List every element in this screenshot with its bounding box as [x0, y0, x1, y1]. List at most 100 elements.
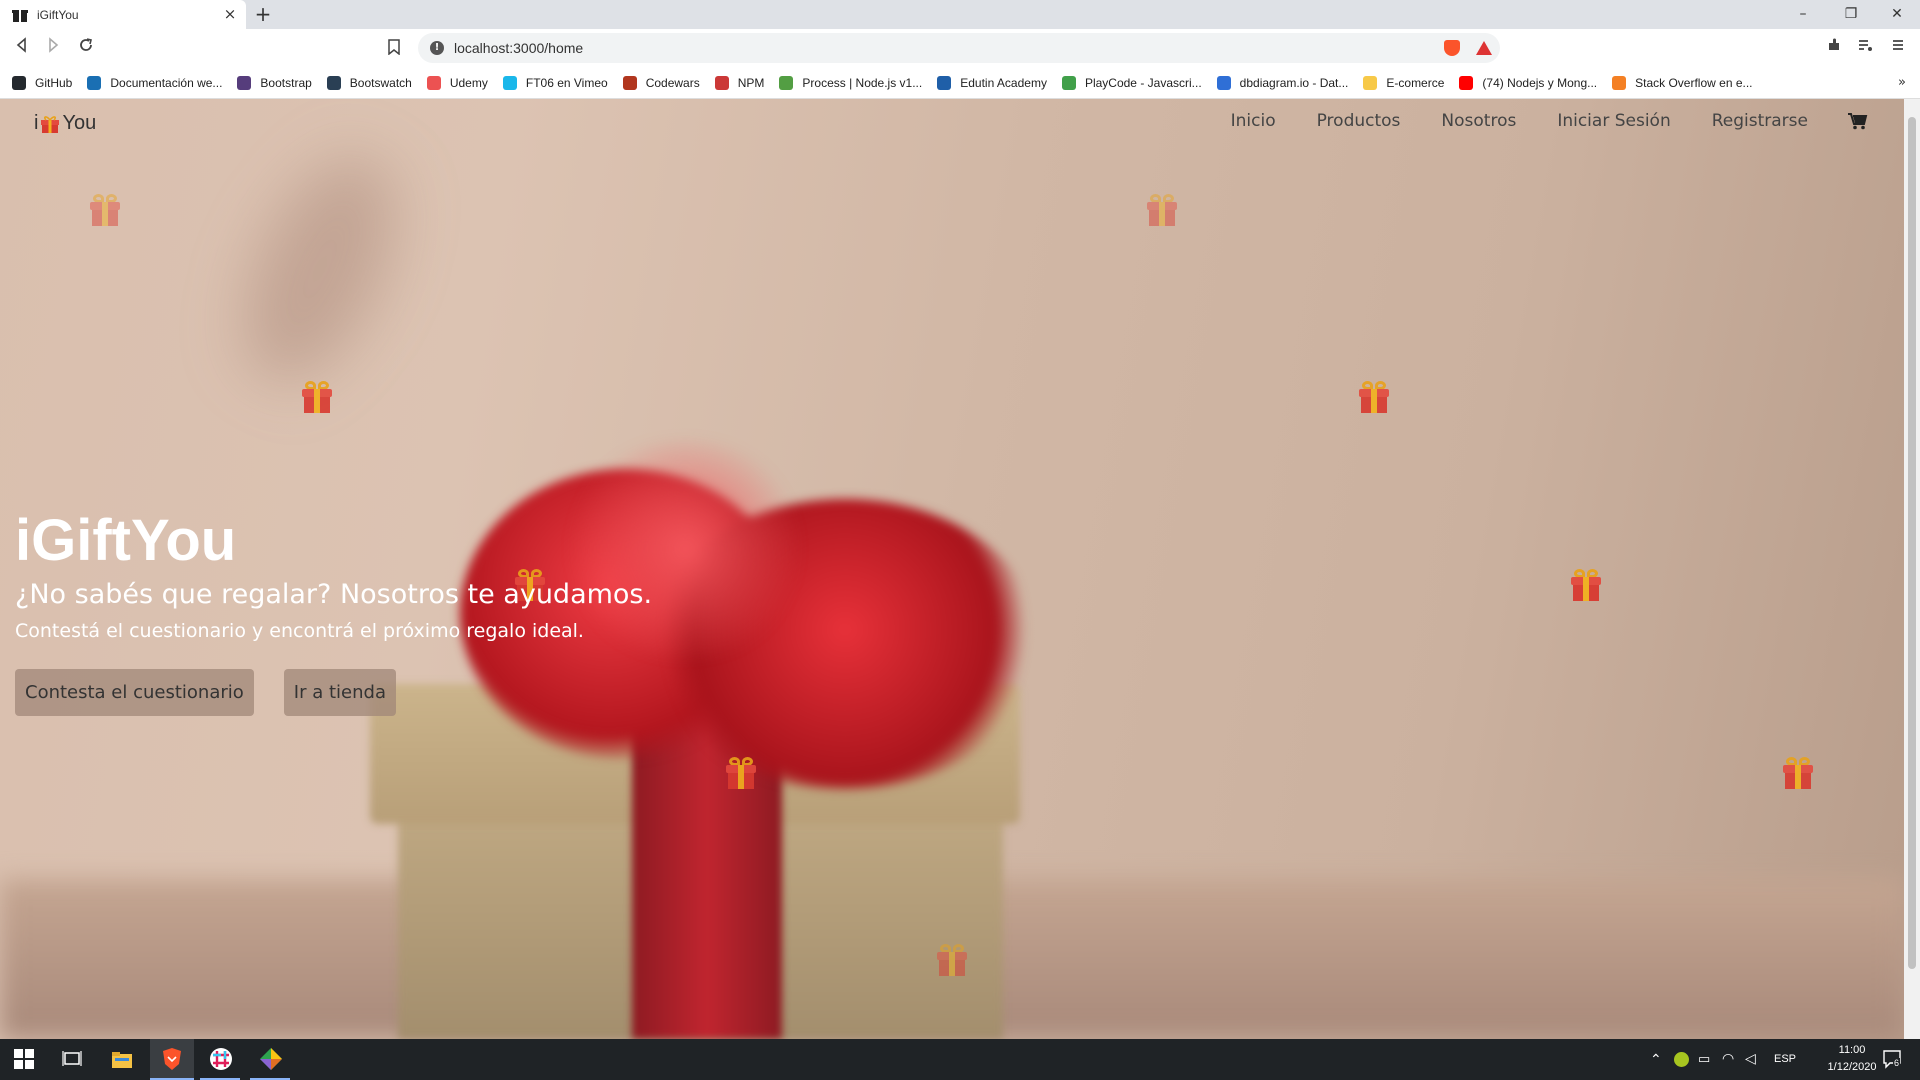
quiz-button[interactable]: Contesta el cuestionario	[15, 669, 254, 716]
bookmark-label: NPM	[737, 75, 765, 90]
volume-icon[interactable]: ◁	[1745, 1050, 1756, 1067]
hero-text: Contestá el cuestionario y encontrá el p…	[15, 620, 584, 642]
bookmark-item[interactable]: Udemy	[426, 75, 488, 90]
bookmarks-more-button[interactable]: »	[1898, 75, 1906, 90]
nav-registrarse[interactable]: Registrarse	[1712, 111, 1808, 131]
nav-links: Inicio Productos Nosotros Iniciar Sesión…	[1190, 111, 1868, 131]
bookmark-label: Udemy	[449, 75, 488, 90]
bookmark-favicon-icon	[1363, 75, 1378, 90]
task-view-icon[interactable]	[60, 1047, 84, 1071]
tab-title: iGiftYou	[37, 7, 79, 22]
bookmark-item[interactable]: Bootswatch	[326, 75, 412, 90]
bookmark-label: Edutin Academy	[960, 75, 1047, 90]
nav-productos[interactable]: Productos	[1317, 111, 1401, 131]
bookmark-favicon-icon	[237, 75, 252, 90]
bookmark-item[interactable]: NPM	[714, 75, 765, 90]
store-button[interactable]: Ir a tienda	[283, 669, 396, 716]
windows-start-icon[interactable]	[12, 1047, 36, 1071]
bookmark-favicon-icon	[1061, 75, 1076, 90]
site-info-icon[interactable]: !	[430, 41, 444, 55]
bookmark-label: dbdiagram.io - Dat...	[1239, 75, 1349, 90]
shopping-cart-icon[interactable]	[1848, 112, 1868, 130]
slack-icon[interactable]	[209, 1047, 233, 1071]
brand-logo[interactable]: i You	[34, 112, 96, 135]
hero-background: i You Inicio Productos Nosotros Iniciar …	[0, 99, 1904, 1039]
bookmark-label: Codewars	[645, 75, 700, 90]
nav-nosotros[interactable]: Nosotros	[1441, 111, 1516, 131]
bookmarks-bar: GitHub Documentación we... Bootstrap Bootsw…	[0, 67, 1920, 99]
bookmark-item[interactable]: Documentación we...	[87, 75, 222, 90]
bookmark-favicon-icon	[87, 75, 102, 90]
hero-title: iGiftYou	[15, 508, 237, 573]
floating-gift-icon	[1571, 569, 1601, 601]
menu-icon[interactable]	[1886, 36, 1910, 60]
media-playlist-icon[interactable]	[1853, 36, 1877, 60]
url-text[interactable]: localhost:3000/home	[454, 40, 583, 56]
bookmark-favicon-icon	[1216, 75, 1231, 90]
bookmark-label: (74) Nodejs y Mong...	[1482, 75, 1598, 90]
brave-icon	[163, 1048, 181, 1070]
close-tab-icon[interactable]: ×	[222, 6, 238, 22]
hero-buttons: Contesta el cuestionario Ir a tienda	[15, 669, 652, 716]
bookmark-label: E-comerce	[1386, 75, 1445, 90]
bookmark-favicon-icon	[12, 75, 26, 90]
brave-rewards-icon[interactable]	[1476, 41, 1492, 55]
tray-overflow-icon[interactable]: ⌃	[1650, 1051, 1662, 1068]
page-scrollbar[interactable]	[1904, 99, 1920, 1039]
bookmark-favicon-icon	[326, 75, 341, 90]
bookmark-label: Process | Node.js v1...	[802, 75, 923, 90]
bookmark-item[interactable]: GitHub	[12, 75, 73, 90]
bookmark-favicon-icon	[426, 75, 441, 90]
battery-icon[interactable]: ▭	[1698, 1051, 1710, 1067]
bookmark-label: FT06 en Vimeo	[525, 75, 608, 90]
bookmark-favicon-icon	[622, 75, 637, 90]
restore-button[interactable]: ❐	[1828, 0, 1874, 29]
bookmark-item[interactable]: Stack Overflow en e...	[1612, 75, 1753, 90]
bookmark-item[interactable]: (74) Nodejs y Mong...	[1459, 75, 1598, 90]
bookmark-icon[interactable]	[388, 39, 402, 57]
wifi-icon[interactable]: ◠	[1722, 1050, 1734, 1067]
bookmark-favicon-icon	[502, 75, 517, 90]
brave-taskbar-item[interactable]	[150, 1039, 194, 1080]
floating-gift-icon	[1147, 194, 1177, 226]
extensions-icon[interactable]	[1822, 36, 1846, 60]
site-navbar: i You Inicio Productos Nosotros Iniciar …	[0, 99, 1904, 145]
file-explorer-icon[interactable]	[110, 1047, 134, 1071]
new-tab-button[interactable]: +	[252, 3, 274, 25]
bookmark-item[interactable]: FT06 en Vimeo	[502, 75, 608, 90]
back-button[interactable]	[10, 36, 34, 60]
window-close-button[interactable]: ✕	[1874, 0, 1920, 29]
nav-iniciar-sesion[interactable]: Iniciar Sesión	[1557, 111, 1670, 131]
language-indicator[interactable]: ESP	[1774, 1053, 1796, 1065]
bookmark-item[interactable]: PlayCode - Javascri...	[1061, 75, 1202, 90]
forward-button[interactable]	[41, 36, 65, 60]
bookmark-item[interactable]: Bootstrap	[237, 75, 312, 90]
clock-time[interactable]: 11:00	[1822, 1044, 1882, 1056]
app-diamond-icon[interactable]	[259, 1047, 283, 1071]
bookmark-item[interactable]: Codewars	[622, 75, 700, 90]
nav-inicio[interactable]: Inicio	[1231, 111, 1276, 131]
floating-gift-icon	[1783, 757, 1813, 789]
bookmark-favicon-icon	[779, 75, 794, 90]
brave-shields-icon[interactable]	[1444, 40, 1460, 56]
browser-toolbar: ! localhost:3000/home	[0, 29, 1920, 67]
clock-date[interactable]: 1/12/2020	[1822, 1061, 1882, 1073]
floating-gift-icon	[1359, 381, 1389, 413]
address-bar[interactable]: ! localhost:3000/home	[418, 33, 1500, 63]
scrollbar-thumb[interactable]	[1908, 117, 1916, 969]
tray-app-icon[interactable]	[1674, 1052, 1689, 1067]
floating-gift-icon	[726, 757, 756, 789]
bookmark-item[interactable]: E-comerce	[1363, 75, 1445, 90]
notification-center-icon[interactable]: 6	[1882, 1049, 1902, 1069]
bookmark-label: Stack Overflow en e...	[1635, 75, 1753, 90]
reload-button[interactable]	[74, 36, 98, 60]
forward-arrow-icon	[49, 37, 59, 53]
browser-tab-active[interactable]: iGiftYou ×	[0, 0, 246, 29]
bookmark-item[interactable]: dbdiagram.io - Dat...	[1216, 75, 1349, 90]
notification-count: 6	[1893, 1058, 1901, 1068]
bookmark-item[interactable]: Edutin Academy	[937, 75, 1047, 90]
minimize-button[interactable]: –	[1780, 0, 1826, 29]
bookmark-item[interactable]: Process | Node.js v1...	[779, 75, 923, 90]
bookmark-label: PlayCode - Javascri...	[1084, 75, 1202, 90]
bookmark-label: GitHub	[35, 75, 73, 90]
